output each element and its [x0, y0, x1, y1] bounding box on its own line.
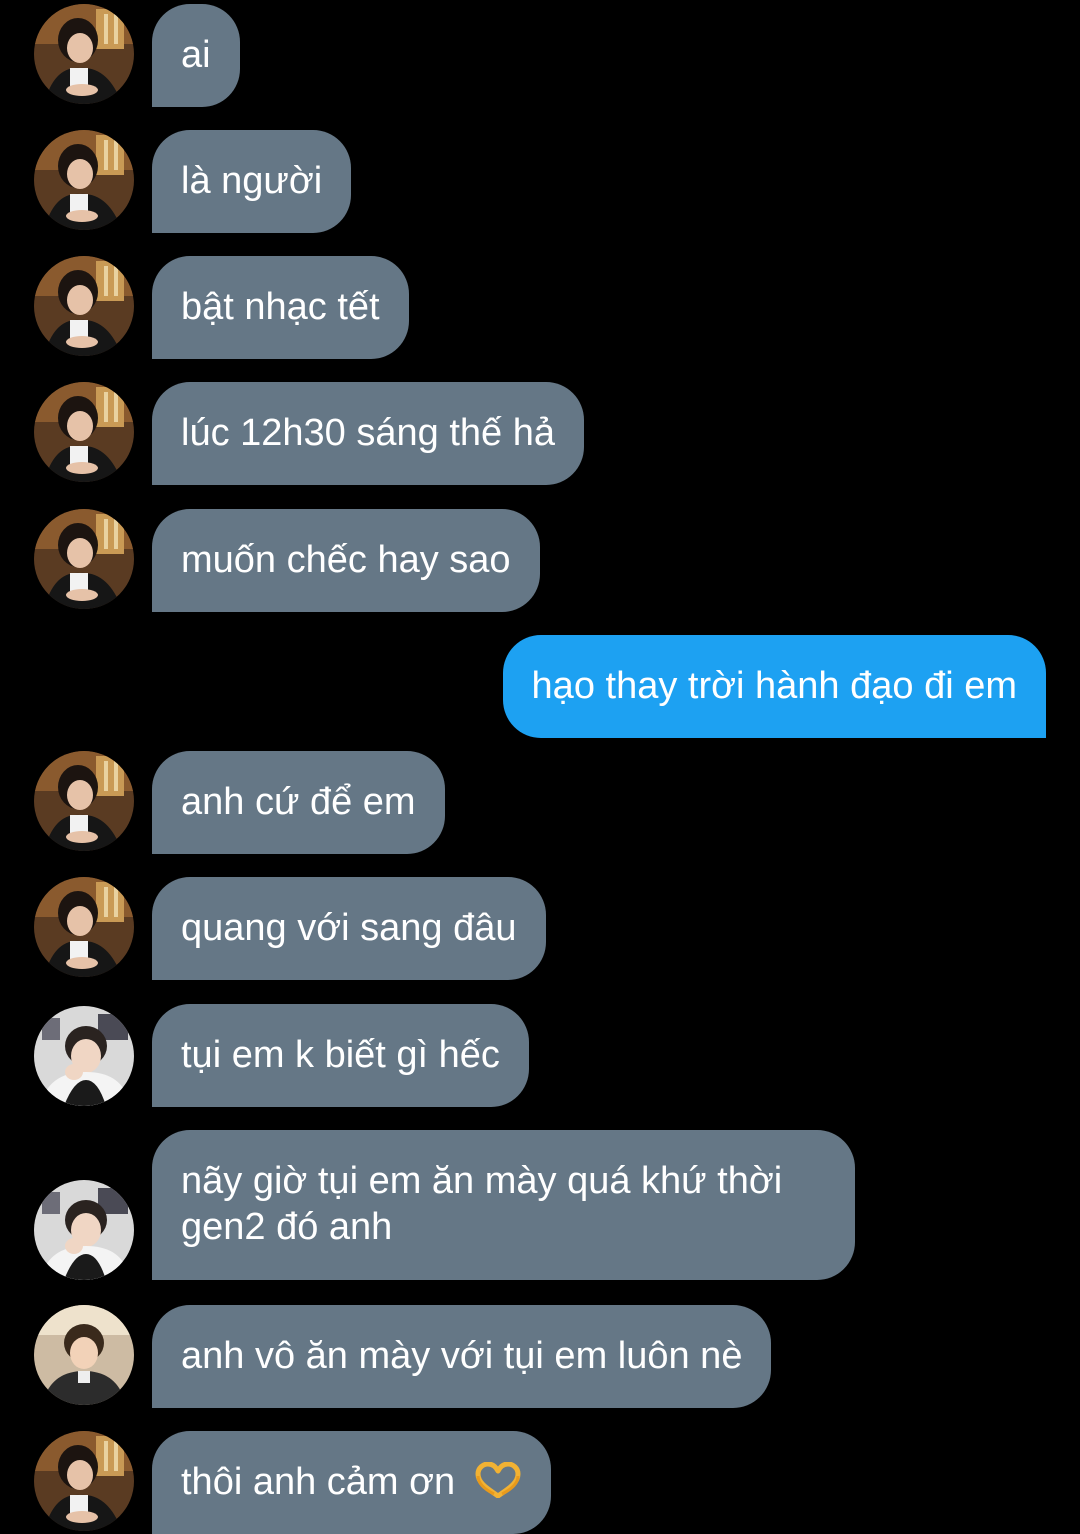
message-text: tụi em k biết gì hếc — [181, 1034, 500, 1076]
avatar[interactable] — [34, 382, 134, 482]
avatar[interactable] — [34, 751, 134, 851]
message-text: thôi anh cảm ơn — [181, 1461, 456, 1503]
incoming-message-bubble[interactable]: thôi anh cảm ơn — [152, 1431, 551, 1534]
avatar[interactable] — [34, 1180, 134, 1280]
message-text: lúc 12h30 sáng thế hả — [181, 412, 555, 454]
heart-hands-emoji-icon — [475, 1462, 521, 1498]
avatar-a — [34, 256, 134, 356]
message-text: ai — [181, 34, 211, 76]
message-text: anh vô ăn mày với tụi em luôn nè — [181, 1335, 743, 1377]
message-text: quang với sang đâu — [181, 907, 517, 949]
avatar-a — [34, 4, 134, 104]
incoming-message-bubble[interactable]: quang với sang đâu — [152, 877, 546, 980]
message-text: muốn chếc hay sao — [181, 539, 511, 581]
incoming-message-bubble[interactable]: là người — [152, 130, 352, 233]
incoming-message-bubble[interactable]: tụi em k biết gì hếc — [152, 1004, 529, 1107]
incoming-message-bubble[interactable]: anh cứ để em — [152, 751, 445, 854]
incoming-message-bubble[interactable]: lúc 12h30 sáng thế hả — [152, 382, 584, 485]
message-text: nãy giờ tụi em ăn mày quá khứ thời gen2 … — [181, 1160, 783, 1248]
incoming-message-bubble[interactable]: nãy giờ tụi em ăn mày quá khứ thời gen2 … — [152, 1130, 855, 1280]
avatar[interactable] — [34, 130, 134, 230]
avatar-a — [34, 877, 134, 977]
message-text: là người — [181, 160, 323, 202]
avatar[interactable] — [34, 4, 134, 104]
avatar-c — [34, 1305, 134, 1405]
avatar[interactable] — [34, 509, 134, 609]
avatar-a — [34, 1431, 134, 1531]
avatar[interactable] — [34, 1006, 134, 1106]
incoming-message-bubble[interactable]: anh vô ăn mày với tụi em luôn nè — [152, 1305, 772, 1408]
incoming-message-bubble[interactable]: bật nhạc tết — [152, 256, 409, 359]
avatar[interactable] — [34, 256, 134, 356]
message-text: hạo thay trời hành đạo đi em — [531, 665, 1017, 707]
avatar[interactable] — [34, 1431, 134, 1531]
incoming-message-bubble[interactable]: ai — [152, 4, 240, 107]
avatar-b — [34, 1180, 134, 1280]
avatar-b — [34, 1006, 134, 1106]
outgoing-message-bubble[interactable]: hạo thay trời hành đạo đi em — [502, 635, 1046, 738]
avatar[interactable] — [34, 877, 134, 977]
message-text: bật nhạc tết — [181, 286, 380, 328]
conversation: ai là người bật nhạc tết lúc 12h30 sáng … — [0, 0, 1080, 1534]
avatar-a — [34, 382, 134, 482]
avatar[interactable] — [34, 1305, 134, 1405]
avatar-a — [34, 751, 134, 851]
incoming-message-bubble[interactable]: muốn chếc hay sao — [152, 509, 540, 612]
avatar-a — [34, 130, 134, 230]
message-text: anh cứ để em — [181, 781, 416, 823]
avatar-a — [34, 509, 134, 609]
